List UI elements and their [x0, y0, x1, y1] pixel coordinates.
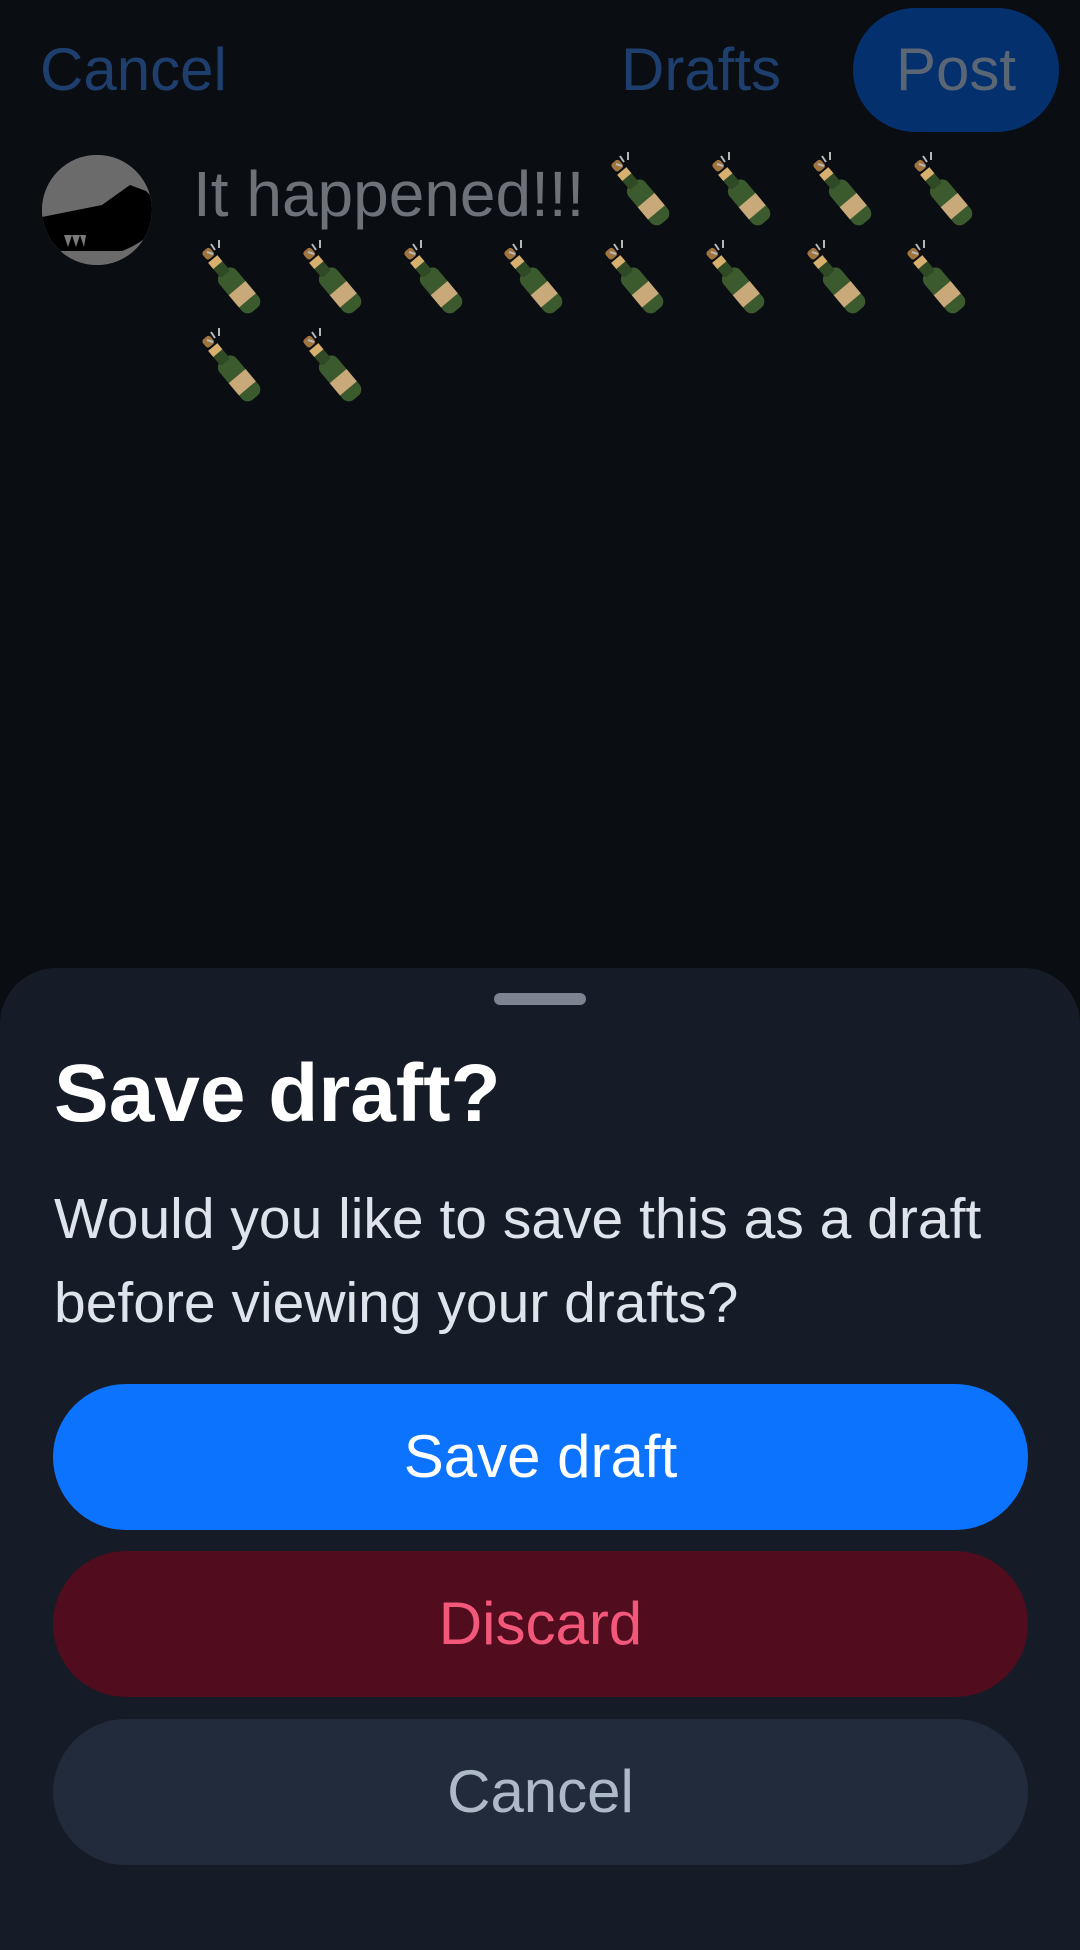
- bottle-with-popping-cork-icon: [193, 238, 271, 322]
- bottle-with-popping-cork-icon: [294, 238, 372, 322]
- bottle-with-popping-cork-icon: [703, 150, 781, 234]
- compose-screen: Cancel Drafts Post It happened!!! Save d…: [0, 0, 1080, 1950]
- bottle-with-popping-cork-icon: [495, 238, 573, 322]
- bottle-with-popping-cork-icon: [602, 150, 680, 234]
- sheet-cancel-button[interactable]: Cancel: [53, 1719, 1028, 1865]
- post-button-label: Post: [895, 36, 1017, 103]
- drafts-button[interactable]: Drafts: [621, 34, 781, 106]
- discard-button[interactable]: Discard: [53, 1551, 1028, 1697]
- bottle-with-popping-cork-icon: [596, 238, 674, 322]
- post-button[interactable]: Post: [853, 8, 1059, 132]
- composer-top-bar: Cancel Drafts Post: [0, 0, 1080, 140]
- composer-cancel-button[interactable]: Cancel: [40, 34, 227, 106]
- bottle-with-popping-cork-icon: [798, 238, 876, 322]
- sheet-title: Save draft?: [54, 1048, 501, 1139]
- bottle-with-popping-cork-icon: [898, 238, 976, 322]
- bottle-with-popping-cork-icon: [804, 150, 882, 234]
- bottle-with-popping-cork-icon: [294, 326, 372, 410]
- bottle-with-popping-cork-icon: [697, 238, 775, 322]
- save-draft-sheet: Save draft? Would you like to save this …: [0, 968, 1080, 1950]
- post-text-input[interactable]: It happened!!!: [193, 150, 1033, 414]
- bottle-with-popping-cork-icon: [193, 326, 271, 410]
- bottle-with-popping-cork-icon: [395, 238, 473, 322]
- avatar: [42, 155, 152, 265]
- avatar-image: [42, 155, 152, 265]
- bottle-with-popping-cork-icon: [905, 150, 983, 234]
- sheet-drag-handle[interactable]: [494, 993, 586, 1005]
- post-text: It happened!!!: [193, 158, 585, 230]
- save-draft-button[interactable]: Save draft: [53, 1384, 1028, 1530]
- sheet-message: Would you like to save this as a draft b…: [54, 1187, 982, 1335]
